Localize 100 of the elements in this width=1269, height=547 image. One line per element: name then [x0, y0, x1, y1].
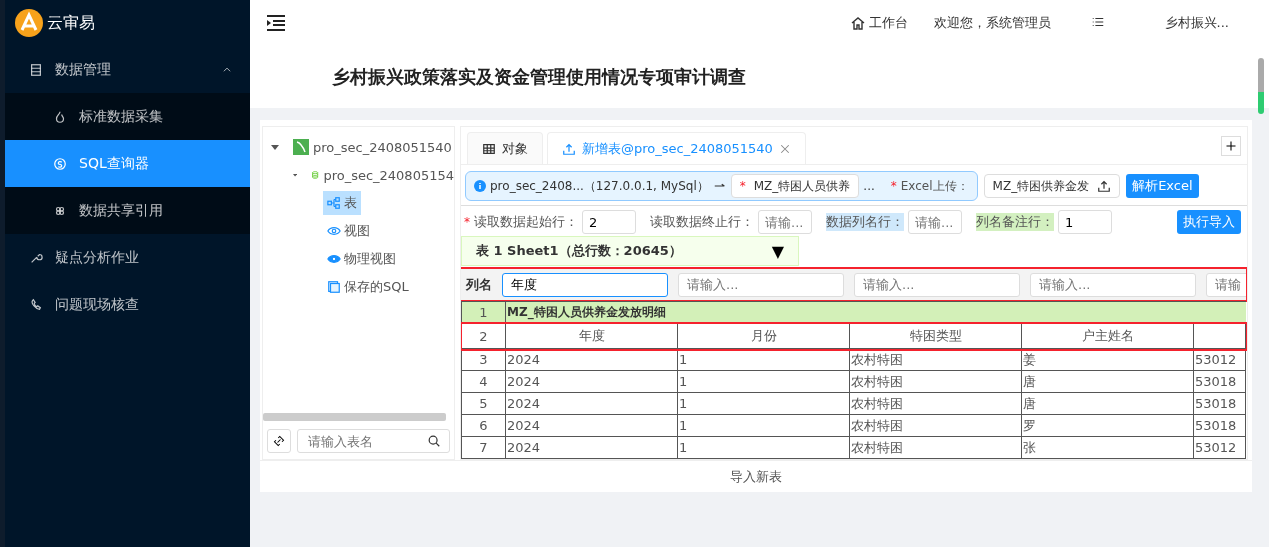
page-title: 乡村振兴政策落实及资金管理使用情况专项审计调查 — [332, 65, 746, 89]
sql-file-icon — [327, 280, 341, 294]
database-logo-icon — [293, 139, 309, 155]
upload-icon — [1097, 179, 1112, 193]
home-icon — [849, 15, 866, 31]
row-number: 5 — [461, 392, 506, 415]
table-cell: 2024 — [505, 370, 678, 393]
document-icon — [29, 62, 43, 77]
tree-node[interactable]: pro_sec_240805154 — [263, 161, 454, 189]
table-cell: 农村特困 — [849, 348, 1022, 371]
plus-icon — [1225, 139, 1237, 152]
upload-icon — [562, 141, 576, 156]
input-field[interactable]: 请输... — [758, 210, 812, 234]
close-icon[interactable] — [778, 142, 791, 155]
input-field[interactable]: 请输入... — [678, 272, 844, 297]
scrollbar-thumb[interactable] — [1258, 58, 1264, 114]
row-number: 3 — [461, 348, 506, 371]
row-number: 4 — [461, 370, 506, 393]
tree-node[interactable]: pro_sec_2408051540 — [263, 133, 454, 161]
s-circle-icon — [53, 156, 67, 171]
input-field[interactable]: 请输入... — [1030, 272, 1196, 297]
table-cell: 2024 — [505, 392, 678, 415]
link-button[interactable] — [267, 429, 291, 453]
table-cell: 农村特困 — [849, 414, 1022, 437]
logo-icon — [13, 7, 45, 39]
table-cell: 2024 — [505, 348, 678, 371]
search-icon — [427, 434, 441, 448]
row-number: 7 — [461, 436, 506, 459]
caret-icon: ▼ — [771, 241, 785, 261]
input-field[interactable]: 1 — [1058, 210, 1112, 234]
sheet-select[interactable]: 表 1 Sheet1（总行数：20645） ▼ — [461, 236, 800, 266]
table-cell: 53018 — [1193, 414, 1246, 437]
project-link[interactable]: 乡村振兴... — [1164, 14, 1229, 32]
input-field[interactable]: 请输... — [908, 210, 962, 234]
table-cell: 唐 — [1021, 392, 1194, 415]
table-cell: 53018 — [1193, 392, 1246, 415]
column-name-label: 列名 — [466, 275, 492, 294]
table-cell: 2024 — [505, 414, 678, 437]
table-cell: 张 — [1021, 436, 1194, 459]
table-cell: 农村特困 — [849, 370, 1022, 393]
required-mark: * — [464, 215, 470, 229]
table-cell: 1 — [677, 436, 850, 459]
eye-icon — [327, 224, 341, 238]
sidebar-subitem[interactable]: 数据共享引用 — [5, 187, 250, 234]
flame-icon — [53, 109, 67, 124]
info-icon — [474, 180, 486, 192]
table-cell: 农村特困 — [849, 392, 1022, 415]
tree-leaf[interactable]: 物理视图 — [323, 247, 400, 271]
eye-icon — [327, 252, 341, 266]
field-label: 数据列名行： — [826, 213, 904, 231]
input-field[interactable]: 年度 — [502, 272, 668, 297]
field-label: 读取数据起始行： — [474, 213, 578, 231]
scrollbar[interactable] — [263, 413, 446, 421]
table-cell: 1 — [677, 414, 850, 437]
table-header: 户主姓名 — [1021, 323, 1194, 349]
welcome-text: 欢迎您，系统管理员 — [933, 14, 1051, 32]
tree-leaf[interactable]: 表 — [323, 191, 361, 215]
table-cell: 姜 — [1021, 348, 1194, 371]
caret-icon[interactable] — [293, 171, 298, 179]
search-field[interactable]: 请输入表名 — [297, 429, 450, 453]
tree-leaf[interactable]: 保存的SQL — [323, 275, 413, 299]
table-cell: 2024 — [505, 436, 678, 459]
table-cell: 1 — [677, 348, 850, 371]
table-cell: 1 — [677, 370, 850, 393]
table-icon — [482, 141, 496, 156]
row-number: 2 — [461, 323, 506, 349]
ellipsis-text: ... — [863, 179, 875, 193]
table-cell: 53018 — [1193, 370, 1246, 393]
table-cell: 53012 — [1193, 348, 1246, 371]
target-select[interactable]: * MZ_特困人员供养 — [730, 174, 860, 198]
table-cell: 罗 — [1021, 414, 1194, 437]
row-number: 6 — [461, 414, 506, 437]
field-label: 读取数据终止行： — [650, 213, 754, 231]
workbench-link[interactable]: 工作台 — [849, 14, 908, 32]
app-name: 云审易 — [47, 12, 95, 34]
footer-text: 导入新表 — [730, 467, 782, 486]
table-cell: 农村特困 — [849, 436, 1022, 459]
table-header: 特困类型 — [849, 323, 1022, 349]
link-icon — [273, 435, 285, 447]
excel-label: Excel上传： — [900, 177, 969, 195]
source-text: pro_sec_2408...（127.0.0.1, MySql） — [490, 177, 709, 195]
input-field[interactable]: 2 — [582, 210, 636, 234]
field-label: 列名备注行： — [976, 213, 1054, 231]
required-mark: * — [890, 179, 897, 193]
add-tab-button[interactable] — [1221, 135, 1241, 156]
table-cell: 53012 — [1193, 436, 1246, 459]
table-cell: 唐 — [1021, 370, 1194, 393]
menu-fold-icon[interactable] — [266, 14, 286, 32]
table-tree-icon — [327, 196, 341, 210]
input-field[interactable]: 请输 — [1206, 272, 1247, 297]
caret-icon[interactable] — [271, 143, 279, 151]
table-header: 月份 — [677, 323, 850, 349]
tab[interactable]: 对象 — [467, 132, 543, 164]
table-cell: 1 — [677, 392, 850, 415]
input-field[interactable]: 请输入... — [854, 272, 1020, 297]
file-field[interactable]: MZ_特困供养金发 — [983, 174, 1121, 198]
table-header: 年度 — [505, 323, 678, 349]
sidebar-subitem[interactable]: 标准数据采集 — [5, 93, 250, 140]
tree-leaf[interactable]: 视图 — [323, 219, 374, 243]
phone-icon — [29, 297, 43, 312]
